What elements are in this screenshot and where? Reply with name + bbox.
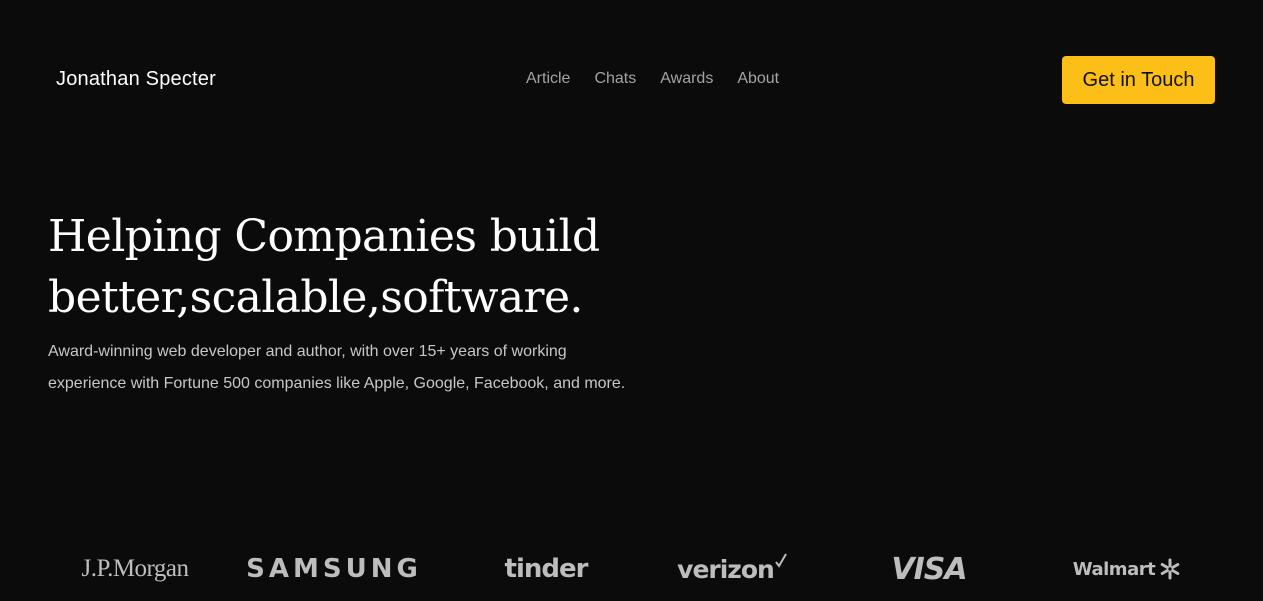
spark-icon: [1159, 558, 1181, 580]
get-in-touch-button[interactable]: Get in Touch: [1062, 56, 1215, 104]
walmart-logo: Walmart: [1072, 545, 1182, 593]
tinder-logo-text: tinder: [504, 554, 589, 584]
nav-link-awards[interactable]: Awards: [660, 70, 713, 88]
checkmark-icon: [775, 552, 787, 574]
verizon-logo: verizon: [672, 545, 792, 593]
nav-link-about[interactable]: About: [737, 70, 779, 88]
jpmorgan-logo: J.P.Morgan: [74, 545, 196, 593]
visa-logo-text: VISA: [891, 551, 967, 587]
samsung-logo-text: SAMSUNG: [246, 554, 422, 584]
hero-title: Helping Companies build better,scalable,…: [48, 206, 668, 328]
nav-link-chats[interactable]: Chats: [594, 70, 636, 88]
brand-name[interactable]: Jonathan Specter: [56, 68, 216, 91]
visa-logo: VISA: [886, 545, 972, 593]
tinder-logo: tinder: [500, 545, 592, 593]
hero-title-line-1: Helping Companies build: [48, 211, 600, 262]
walmart-logo-text: Walmart: [1072, 558, 1156, 580]
samsung-logo: SAMSUNG: [246, 545, 418, 593]
verizon-logo-text: verizon: [677, 554, 775, 584]
hero-description: Award-winning web developer and author, …: [48, 343, 626, 392]
main-nav: Article Chats Awards About: [526, 70, 779, 88]
hero-title-line-2: better,scalable,software.: [48, 272, 583, 323]
page: Jonathan Specter Article Chats Awards Ab…: [0, 0, 1263, 601]
client-logos: J.P.Morgan SAMSUNG tinder verizon VISA W…: [0, 545, 1263, 593]
jpmorgan-logo-text: J.P.Morgan: [81, 555, 189, 582]
site-header: Jonathan Specter Article Chats Awards Ab…: [0, 0, 1263, 160]
nav-link-article[interactable]: Article: [526, 70, 570, 88]
